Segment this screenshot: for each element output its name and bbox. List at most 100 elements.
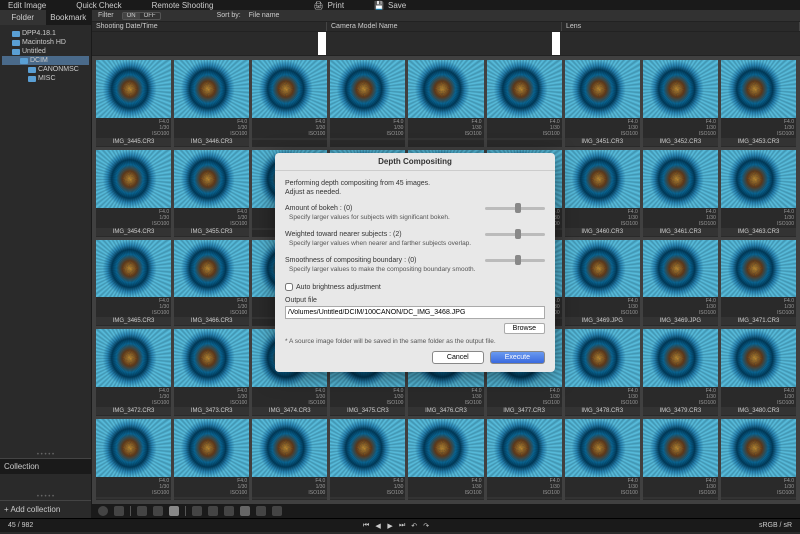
filter-toggle[interactable]: ONOFF — [122, 12, 161, 20]
thumb-filename — [408, 138, 483, 140]
column-headers: Shooting Date/Time Camera Model Name Len… — [92, 22, 800, 32]
view-list-icon[interactable] — [192, 506, 202, 516]
tree-item[interactable]: DPP4.18.1 — [2, 29, 89, 38]
cancel-button[interactable]: Cancel — [432, 351, 484, 364]
view-detail-icon[interactable] — [224, 506, 234, 516]
browse-button[interactable]: Browse — [504, 323, 545, 334]
view-split-icon[interactable] — [272, 506, 282, 516]
thumbnail[interactable]: F4.01/30ISO100 IMG_3451.CR3 — [565, 60, 640, 147]
weight-slider[interactable] — [485, 233, 545, 236]
status-count: 45 / 982 — [8, 522, 33, 529]
tool-rect-icon[interactable] — [114, 506, 124, 516]
thumb-image — [565, 240, 640, 298]
thumbnail[interactable]: F4.01/30ISO100 IMG_3473.CR3 — [174, 329, 249, 416]
menu-save[interactable]: 💾 Save — [374, 1, 406, 10]
thumbnail[interactable]: F4.01/30ISO100 IMG_3466.CR3 — [174, 240, 249, 327]
thumbnail[interactable]: F4.01/30ISO100 IMG_3463.CR3 — [721, 150, 796, 237]
menu-edit-image[interactable]: Edit Image — [8, 1, 46, 10]
thumbnail[interactable]: F4.01/30ISO100 IMG_3446.CR3 — [174, 60, 249, 147]
thumbnail[interactable]: F4.01/30ISO100 — [330, 419, 405, 500]
header-lens[interactable]: Lens — [562, 22, 800, 31]
thumbnail[interactable]: F4.01/30ISO100 — [408, 419, 483, 500]
thumbnail[interactable]: F4.01/30ISO100 IMG_3445.CR3 — [96, 60, 171, 147]
tree-item[interactable]: DCIM — [2, 56, 89, 65]
thumbnail[interactable]: F4.01/30ISO100 IMG_3465.CR3 — [96, 240, 171, 327]
tree-label: Macintosh HD — [22, 39, 66, 46]
view-grid-icon[interactable] — [208, 506, 218, 516]
header-date[interactable]: Shooting Date/Time — [92, 22, 327, 31]
tool-square-icon[interactable] — [153, 506, 163, 516]
thumb-meta: F4.01/30ISO100 — [252, 118, 327, 138]
auto-brightness-check[interactable]: Auto brightness adjustment — [285, 283, 545, 291]
dialog-title: Depth Compositing — [275, 153, 555, 171]
menu-print[interactable]: 🖨 Print — [313, 1, 344, 10]
output-path-input[interactable] — [285, 306, 545, 319]
thumbnail[interactable]: F4.01/30ISO100 IMG_3454.CR3 — [96, 150, 171, 237]
thumbnail[interactable]: F4.01/30ISO100 IMG_3480.CR3 — [721, 329, 796, 416]
smooth-slider[interactable] — [485, 259, 545, 262]
thumb-image — [565, 329, 640, 387]
thumb-meta: F4.01/30ISO100 — [330, 477, 405, 497]
execute-button[interactable]: Execute — [490, 351, 545, 364]
header-camera[interactable]: Camera Model Name — [327, 22, 562, 31]
thumbnail[interactable]: F4.01/30ISO100 — [487, 60, 562, 147]
thumb-filename: IMG_3480.CR3 — [721, 407, 796, 415]
thumbnail[interactable]: F4.01/30ISO100 IMG_3471.CR3 — [721, 240, 796, 327]
thumbnail[interactable]: F4.01/30ISO100 — [330, 60, 405, 147]
tree-item[interactable]: Macintosh HD — [2, 38, 89, 47]
menu-quick-check[interactable]: Quick Check — [76, 1, 121, 10]
weight-label: Weighted toward nearer subjects : (2) — [285, 231, 402, 238]
thumbnail[interactable]: F4.01/30ISO100 IMG_3453.CR3 — [721, 60, 796, 147]
tree-item[interactable]: Untitled — [2, 47, 89, 56]
thumbnail[interactable]: F4.01/30ISO100 — [721, 419, 796, 500]
tree-item[interactable]: MISC — [2, 74, 89, 83]
thumbnail[interactable]: F4.01/30ISO100 IMG_3461.CR3 — [643, 150, 718, 237]
tab-folder[interactable]: Folder — [0, 10, 46, 25]
add-collection[interactable]: + Add collection — [0, 500, 91, 518]
view-compare-icon[interactable] — [256, 506, 266, 516]
thumbnail[interactable]: F4.01/30ISO100 — [252, 60, 327, 147]
thumbnail[interactable]: F4.01/30ISO100 IMG_3469.JPG — [643, 240, 718, 327]
nav-prev-icon[interactable]: ◀ — [374, 522, 382, 530]
thumbnail[interactable]: F4.01/30ISO100 — [487, 419, 562, 500]
filter-bar: Filter ONOFF Sort by: File name — [92, 10, 800, 22]
thumbnail[interactable]: F4.01/30ISO100 IMG_3455.CR3 — [174, 150, 249, 237]
thumbnail[interactable]: F4.01/30ISO100 — [174, 419, 249, 500]
nav-last-icon[interactable]: ⏭ — [398, 522, 406, 530]
thumbnail[interactable]: F4.01/30ISO100 — [643, 419, 718, 500]
rotate-left-icon[interactable]: ↶ — [410, 522, 418, 530]
thumbnail[interactable]: F4.01/30ISO100 — [252, 419, 327, 500]
tab-bookmark[interactable]: Bookmark — [46, 10, 92, 25]
thumbnail[interactable]: F4.01/30ISO100 — [96, 419, 171, 500]
nav-first-icon[interactable]: ⏮ — [362, 522, 370, 530]
nav-next-icon[interactable]: ▶ — [386, 522, 394, 530]
thumb-filename: IMG_3469.JPG — [643, 317, 718, 325]
thumb-image — [96, 329, 171, 387]
thumbnail[interactable]: F4.01/30ISO100 — [565, 419, 640, 500]
thumb-meta: F4.01/30ISO100 — [721, 297, 796, 317]
tool-circle-icon[interactable] — [98, 506, 108, 516]
sortby-value[interactable]: File name — [249, 12, 280, 19]
rotate-right-icon[interactable]: ↷ — [422, 522, 430, 530]
thumb-filename: IMG_3469.JPG — [565, 317, 640, 325]
thumbnail[interactable]: F4.01/30ISO100 — [408, 60, 483, 147]
view-single-icon[interactable] — [240, 506, 250, 516]
thumbnail[interactable]: F4.01/30ISO100 IMG_3479.CR3 — [643, 329, 718, 416]
auto-brightness-checkbox[interactable] — [285, 283, 293, 291]
thumb-filename — [174, 497, 249, 499]
tree-item[interactable]: CANONMSC — [2, 65, 89, 74]
thumb-image — [721, 419, 796, 477]
bokeh-slider[interactable] — [485, 207, 545, 210]
thumbnail[interactable]: F4.01/30ISO100 IMG_3472.CR3 — [96, 329, 171, 416]
folder-icon — [28, 76, 36, 82]
tool-dot-icon[interactable] — [137, 506, 147, 516]
thumbnail[interactable]: F4.01/30ISO100 IMG_3469.JPG — [565, 240, 640, 327]
thumb-filename — [721, 497, 796, 499]
menu-remote-shooting[interactable]: Remote Shooting — [152, 1, 214, 10]
folder-icon — [20, 58, 28, 64]
thumbnail[interactable]: F4.01/30ISO100 IMG_3478.CR3 — [565, 329, 640, 416]
thumb-filename: IMG_3446.CR3 — [174, 138, 249, 146]
tool-fill-icon[interactable] — [169, 506, 179, 516]
thumbnail[interactable]: F4.01/30ISO100 IMG_3452.CR3 — [643, 60, 718, 147]
thumbnail[interactable]: F4.01/30ISO100 IMG_3460.CR3 — [565, 150, 640, 237]
